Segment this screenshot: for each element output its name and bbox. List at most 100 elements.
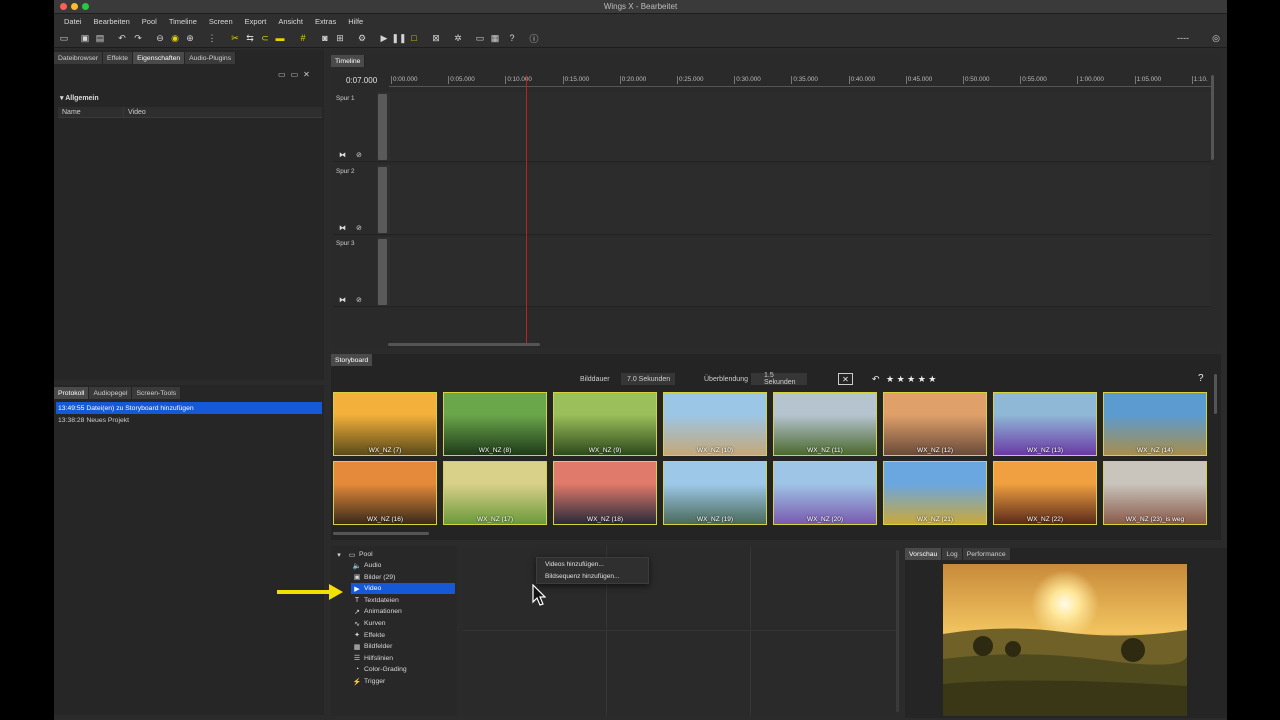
menu-item-add-videos[interactable]: Videos hinzufügen... [537, 558, 648, 570]
storyboard-thumbnail[interactable]: WX_NZ (7) [333, 392, 437, 456]
storyboard-thumbnail[interactable]: WX_NZ (18) [553, 461, 657, 525]
track-solo-icon[interactable]: ⧓ [339, 296, 346, 304]
display-icon[interactable]: ▦ [489, 32, 501, 44]
storyboard-vertical-scrollbar[interactable] [1214, 374, 1217, 414]
snap-icon[interactable]: ⊂ [259, 32, 271, 44]
menu-datei[interactable]: Datei [58, 17, 88, 26]
timeline-vertical-scrollbar[interactable] [1211, 75, 1214, 160]
open-folder-icon[interactable]: ▭ [58, 32, 70, 44]
folder-icon[interactable]: ▭ [278, 70, 286, 79]
track-resize-handle[interactable] [378, 239, 387, 305]
pool-item-animationen[interactable]: ↗ Animationen [351, 606, 455, 617]
tab-screen-tools[interactable]: Screen-Tools [132, 387, 182, 399]
pool-item-hilfslinien[interactable]: ☰ Hilfslinien [351, 653, 455, 664]
menu-pool[interactable]: Pool [136, 17, 163, 26]
storyboard-thumbnail[interactable]: WX_NZ (22) [993, 461, 1097, 525]
playhead[interactable] [526, 75, 527, 343]
track-resize-handle[interactable] [378, 94, 387, 160]
close-window-button[interactable] [60, 3, 67, 10]
tab-effekte[interactable]: Effekte [103, 52, 134, 64]
pool-item-trigger[interactable]: ⚡ Trigger [351, 676, 455, 687]
property-value[interactable]: Video [124, 109, 146, 116]
menu-ansicht[interactable]: Ansicht [272, 17, 309, 26]
track-lane[interactable] [390, 165, 1211, 234]
track-mute-icon[interactable]: ⊘ [356, 151, 362, 159]
minimize-window-button[interactable] [71, 3, 78, 10]
zoom-window-button[interactable] [82, 3, 89, 10]
menu-extras[interactable]: Extras [309, 17, 342, 26]
fullscreen-icon[interactable]: ⊞ [334, 32, 346, 44]
property-row[interactable]: Name Video [58, 107, 322, 118]
storyboard-thumbnail[interactable]: WX_NZ (10) [663, 392, 767, 456]
zoom-fit-icon[interactable]: ◉ [169, 32, 181, 44]
tab-eigenschaften[interactable]: Eigenschaften [133, 52, 186, 64]
pool-item-video[interactable]: ▶ Video [351, 583, 455, 595]
log-entry[interactable]: 13:49:55 Datei(en) zu Storyboard hinzufü… [56, 402, 322, 414]
log-entry[interactable]: 13:38:28 Neues Projekt [56, 414, 322, 426]
track-solo-icon[interactable]: ⧓ [339, 151, 346, 159]
storyboard-thumbnail[interactable]: WX_NZ (13) [993, 392, 1097, 456]
storyboard-thumbnail[interactable]: WX_NZ (9) [553, 392, 657, 456]
reset-rating-icon[interactable]: ↶ [872, 374, 880, 385]
monitor-icon[interactable]: ▭ [474, 32, 486, 44]
stop-icon[interactable]: □ [408, 32, 420, 44]
track-lane[interactable] [390, 92, 1211, 161]
transition-field[interactable]: 1.5 Sekunden [751, 372, 807, 386]
storyboard-thumbnail[interactable]: WX_NZ (23)_is weg [1103, 461, 1207, 525]
storyboard-thumbnail[interactable]: WX_NZ (12) [883, 392, 987, 456]
pool-scrollbar[interactable] [896, 550, 899, 712]
star-rating[interactable]: ★ ★ ★ ★ ★ [886, 374, 936, 385]
play-icon[interactable]: ▶ [378, 32, 390, 44]
close-preview-icon[interactable]: ⊠ [430, 32, 442, 44]
zoom-out-icon[interactable]: ⊖ [154, 32, 166, 44]
align-icon[interactable]: ⋮ [206, 32, 218, 44]
user-icon[interactable]: ◎ [1210, 32, 1222, 44]
tab-protokoll[interactable]: Protokoll [54, 387, 90, 399]
pool-item-bildfelder[interactable]: ▦ Bildfelder [351, 641, 455, 652]
menu-export[interactable]: Export [239, 17, 273, 26]
tab-vorschau[interactable]: Vorschau [905, 548, 943, 560]
help-icon[interactable]: ? [1198, 373, 1204, 384]
tab-performance[interactable]: Performance [962, 548, 1011, 560]
storyboard-horizontal-scrollbar[interactable] [333, 532, 429, 535]
storyboard-thumbnail[interactable]: WX_NZ (19) [663, 461, 767, 525]
split-icon[interactable]: ⇆ [244, 32, 256, 44]
storyboard-thumbnail[interactable]: WX_NZ (17) [443, 461, 547, 525]
track-mute-icon[interactable]: ⊘ [356, 296, 362, 304]
storyboard-thumbnail[interactable]: WX_NZ (11) [773, 392, 877, 456]
image-duration-field[interactable]: 7.0 Sekunden [621, 373, 675, 385]
undo-icon[interactable]: ↶ [116, 32, 128, 44]
folder-open-icon[interactable]: ▭ [291, 70, 299, 79]
storyboard-thumbnail[interactable]: WX_NZ (8) [443, 392, 547, 456]
tab-dateibrowser[interactable]: Dateibrowser [54, 52, 104, 64]
pool-item-effekte[interactable]: ✦ Effekte [351, 630, 455, 641]
pool-content-area[interactable] [463, 546, 899, 716]
tab-timeline[interactable]: Timeline [331, 55, 366, 67]
cut-icon[interactable]: ✂ [229, 32, 241, 44]
menu-bearbeiten[interactable]: Bearbeiten [88, 17, 136, 26]
pool-item-audio[interactable]: 🔈 Audio [351, 560, 455, 571]
timeline-ruler[interactable]: 0:00.000 0:05.000 0:10.000 0:15.000 0:20.000… [389, 75, 1211, 87]
settings-icon[interactable]: ✲ [452, 32, 464, 44]
pool-item-textdateien[interactable]: T Textdateien [351, 595, 455, 606]
record-icon[interactable]: ⚙ [356, 32, 368, 44]
menu-hilfe[interactable]: Hilfe [342, 17, 369, 26]
section-heading[interactable]: ▾ Allgemein [60, 94, 99, 102]
track-solo-icon[interactable]: ⧓ [339, 224, 346, 232]
tab-storyboard[interactable]: Storyboard [331, 354, 374, 366]
zoom-in-icon[interactable]: ⊕ [184, 32, 196, 44]
help-circle-icon[interactable]: ? [506, 32, 518, 44]
tab-audiopegel[interactable]: Audiopegel [89, 387, 133, 399]
storyboard-thumbnail[interactable]: WX_NZ (16) [333, 461, 437, 525]
transition-type-icon[interactable]: ✕ [838, 373, 853, 385]
track-lane[interactable] [390, 237, 1211, 306]
redo-icon[interactable]: ↷ [132, 32, 144, 44]
storyboard-thumbnail[interactable]: WX_NZ (21) [883, 461, 987, 525]
screen-icon[interactable]: ◙ [319, 32, 331, 44]
tab-audio-plugins[interactable]: Audio-Plugins [185, 52, 237, 64]
grid-icon[interactable]: # [297, 32, 309, 44]
menu-screen[interactable]: Screen [203, 17, 239, 26]
pool-item-bilder-29[interactable]: ▣ Bilder (29) [351, 572, 455, 583]
pool-root[interactable]: ▾ ▭ Pool [333, 549, 437, 560]
save-as-icon[interactable]: ▤ [94, 32, 106, 44]
